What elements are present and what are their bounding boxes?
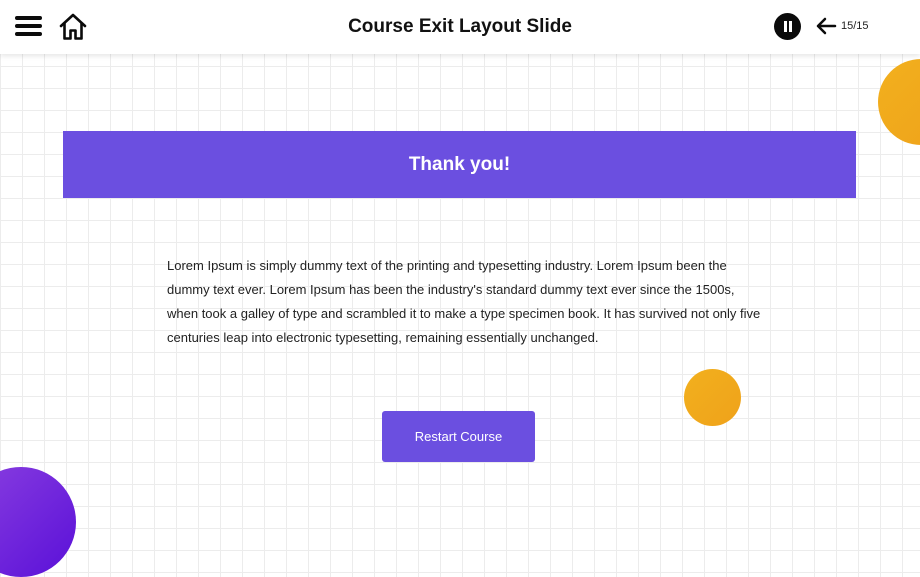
slide-title: Course Exit Layout Slide [348, 16, 572, 37]
decorative-circle [684, 369, 741, 426]
decorative-circle [878, 59, 920, 145]
pause-icon[interactable] [774, 13, 801, 40]
page-counter: 15/15 [841, 20, 869, 32]
restart-course-button[interactable]: Restart Course [382, 411, 535, 462]
banner-title: Thank you! [408, 153, 511, 175]
top-bar: Course Exit Layout Slide 15/15 [0, 0, 920, 54]
home-icon[interactable] [58, 12, 88, 42]
menu-icon[interactable] [15, 14, 43, 38]
body-paragraph: Lorem Ipsum is simply dummy text of the … [167, 258, 761, 345]
arrow-left-icon[interactable] [815, 16, 837, 36]
thank-you-banner: Thank you! [63, 131, 856, 198]
decorative-circle [0, 467, 76, 577]
